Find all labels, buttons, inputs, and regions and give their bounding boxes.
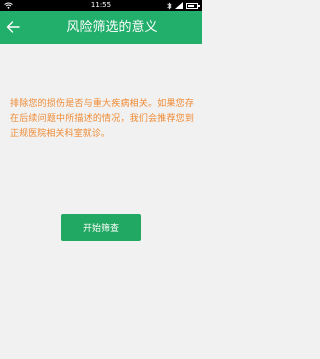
start-screening-button[interactable]: 开始筛查 (61, 214, 141, 241)
status-right (167, 0, 200, 11)
page-title: 风险筛选的意义 (66, 20, 158, 35)
bluetooth-icon (167, 1, 172, 10)
arrow-left-icon (6, 21, 20, 33)
battery-icon (186, 2, 200, 9)
description-text: 排除您的损伤是否与重大疾病相关。如果您存在后续问题中所描述的情况，我们会推荐您到… (10, 99, 194, 139)
app-bar: 风险筛选的意义 (0, 11, 202, 44)
battery-level (188, 4, 194, 7)
status-bar: 11:55 (0, 0, 202, 11)
back-button[interactable] (2, 16, 24, 38)
signal-icon (175, 2, 183, 9)
